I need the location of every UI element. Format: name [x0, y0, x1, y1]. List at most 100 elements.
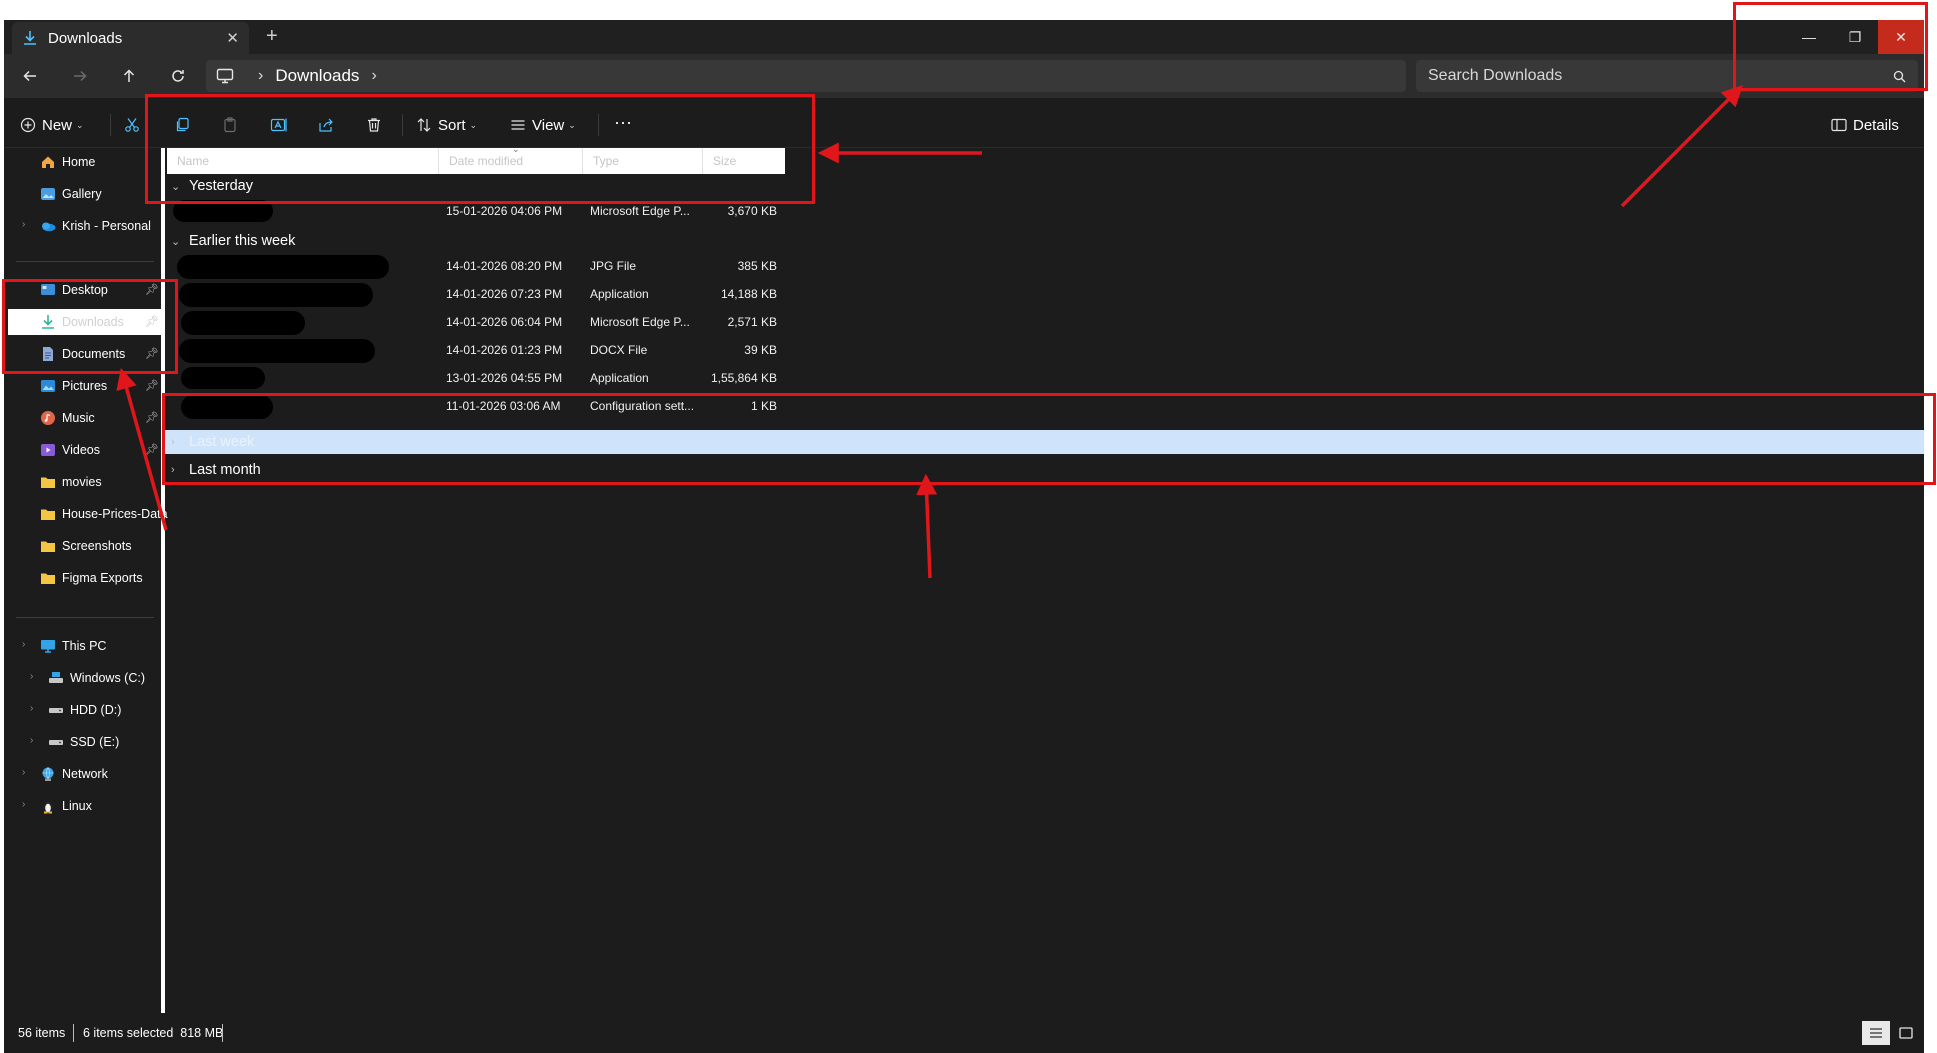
- cell-type: Microsoft Edge P...: [590, 315, 690, 329]
- selection-info: 6 items selected 818 MB: [83, 1026, 224, 1040]
- chevron-right-icon[interactable]: ›: [30, 735, 33, 746]
- chevron-down-icon: ⌄: [76, 119, 84, 130]
- chevron-right-icon[interactable]: ›: [22, 219, 25, 230]
- redacted-filename: [179, 283, 373, 307]
- sidebar-item-videos[interactable]: Videos 📌︎: [8, 437, 163, 463]
- details-pane-icon: [1831, 118, 1847, 132]
- sidebar-item-windows-c[interactable]: › Windows (C:): [8, 665, 163, 691]
- sidebar-item-label: Screenshots: [62, 539, 132, 553]
- divider: [16, 617, 154, 618]
- back-button[interactable]: [18, 64, 42, 88]
- sidebar-item-pictures[interactable]: Pictures 📌︎: [8, 373, 163, 399]
- new-button[interactable]: New ⌄: [20, 113, 84, 137]
- chevron-down-icon: ⌄: [171, 235, 181, 248]
- pc-icon: [41, 640, 55, 653]
- pin-icon[interactable]: 📌︎: [145, 379, 159, 392]
- chevron-right-icon[interactable]: ›: [30, 671, 33, 682]
- sidebar-item-ssd-e[interactable]: › SSD (E:): [8, 729, 163, 755]
- breadcrumb-downloads[interactable]: Downloads: [275, 66, 359, 86]
- up-button[interactable]: [117, 64, 141, 88]
- sidebar-item-music[interactable]: Music 📌︎: [8, 405, 163, 431]
- details-label: Details: [1853, 116, 1899, 134]
- sidebar-item-label: Gallery: [62, 187, 102, 201]
- table-row[interactable]: 14-01-2026 01:23 PM DOCX File 39 KB: [165, 337, 785, 363]
- chevron-right-icon[interactable]: ›: [30, 703, 33, 714]
- sidebar-item-this-pc[interactable]: › This PC: [8, 633, 163, 659]
- linux-icon: [43, 801, 53, 814]
- redacted-filename: [179, 339, 375, 363]
- divider: [110, 114, 111, 136]
- tiles-view-toggle[interactable]: [1892, 1021, 1920, 1045]
- sidebar-item-label: Pictures: [62, 379, 108, 393]
- tab-close-button[interactable]: ✕: [226, 29, 239, 47]
- forward-button[interactable]: [68, 64, 92, 88]
- arrow-up-icon: [123, 69, 135, 82]
- refresh-button[interactable]: [166, 64, 190, 88]
- divider: [73, 1024, 74, 1042]
- cell-type: Microsoft Edge P...: [590, 204, 690, 218]
- cell-date: 14-01-2026 06:04 PM: [446, 315, 563, 329]
- chevron-right-icon[interactable]: ›: [22, 639, 25, 650]
- cell-date: 15-01-2026 04:06 PM: [446, 204, 563, 218]
- address-row: › Downloads › Search Downloads: [4, 54, 1924, 98]
- file-list: Name Date modified Type Size ⌄ ⌄ Yesterda…: [165, 144, 1924, 1013]
- pin-icon[interactable]: 📌︎: [145, 411, 159, 424]
- item-count: 56 items: [18, 1026, 66, 1040]
- sidebar-item-linux[interactable]: › Linux: [8, 793, 163, 819]
- scissors-icon: [125, 118, 139, 132]
- cell-size: 2,571 KB: [727, 315, 777, 329]
- sidebar-item-network[interactable]: › Network: [8, 761, 163, 787]
- sidebar-item-figma-exports[interactable]: Figma Exports: [8, 565, 163, 591]
- tab-title: Downloads: [48, 29, 123, 47]
- table-row[interactable]: 14-01-2026 06:04 PM Microsoft Edge P... …: [165, 309, 785, 335]
- sidebar-item-label: Krish - Personal: [62, 219, 151, 233]
- sidebar-item-label: Figma Exports: [62, 571, 143, 585]
- chevron-right-icon[interactable]: ›: [22, 799, 25, 810]
- sidebar-item-label: House-Prices-Data: [62, 507, 168, 521]
- table-row[interactable]: 14-01-2026 08:20 PM JPG File 385 KB: [165, 253, 785, 279]
- new-tab-button[interactable]: +: [266, 25, 278, 48]
- address-bar[interactable]: › Downloads ›: [206, 60, 1406, 92]
- sidebar-item-label: Windows (C:): [70, 671, 146, 685]
- sidebar-item-home[interactable]: Home: [8, 149, 163, 175]
- group-header[interactable]: ⌄ Earlier this week: [165, 229, 1924, 253]
- navigation-pane: Home Gallery › Krish - Personal Desktop …: [4, 148, 168, 1013]
- drive-icon: [49, 708, 63, 713]
- redacted-filename: [181, 311, 305, 335]
- cell-size: 1,55,864 KB: [710, 371, 777, 385]
- sidebar-item-movies[interactable]: movies: [8, 469, 163, 495]
- music-icon: [41, 411, 55, 425]
- sidebar-item-screenshots[interactable]: Screenshots: [8, 533, 163, 559]
- chevron-right-icon[interactable]: ›: [22, 767, 25, 778]
- arrow-left-icon: [23, 70, 36, 82]
- sidebar-item-label: Network: [62, 767, 108, 781]
- chevron-right-icon[interactable]: ›: [371, 67, 376, 85]
- arrow-right-icon: [74, 70, 87, 82]
- pin-icon[interactable]: 📌︎: [145, 443, 159, 456]
- sidebar-item-gallery[interactable]: Gallery: [8, 181, 163, 207]
- videos-icon: [41, 444, 55, 456]
- cell-size: 39 KB: [744, 343, 777, 357]
- details-button[interactable]: Details: [1831, 113, 1899, 137]
- cell-size: 3,670 KB: [727, 204, 777, 218]
- folder-icon: [41, 573, 55, 584]
- cell-size: 385 KB: [737, 259, 777, 273]
- table-row[interactable]: 13-01-2026 04:55 PM Application 1,55,864…: [165, 365, 785, 391]
- cell-type: Application: [590, 287, 649, 301]
- sidebar-item-label: This PC: [62, 639, 107, 653]
- new-label: New: [42, 116, 73, 134]
- annotation-box-toolbar: [145, 94, 815, 204]
- tab-downloads[interactable]: Downloads ✕: [12, 22, 249, 54]
- tab-bar: Downloads ✕ + — ❐ ✕: [4, 20, 1924, 54]
- sidebar-item-hdd-d[interactable]: › HDD (D:): [8, 697, 163, 723]
- sidebar-item-label: Videos: [62, 443, 100, 457]
- sidebar-item-onedrive[interactable]: › Krish - Personal: [8, 213, 163, 239]
- redacted-filename: [181, 367, 265, 389]
- details-view-toggle[interactable]: [1862, 1021, 1890, 1045]
- annotation-box-pinned-folders: [2, 279, 178, 374]
- monitor-icon: [216, 68, 234, 84]
- cut-button[interactable]: [124, 113, 140, 137]
- divider: [16, 261, 154, 262]
- table-row[interactable]: 14-01-2026 07:23 PM Application 14,188 K…: [165, 281, 785, 307]
- sidebar-item-house-prices-data[interactable]: House-Prices-Data: [8, 501, 168, 527]
